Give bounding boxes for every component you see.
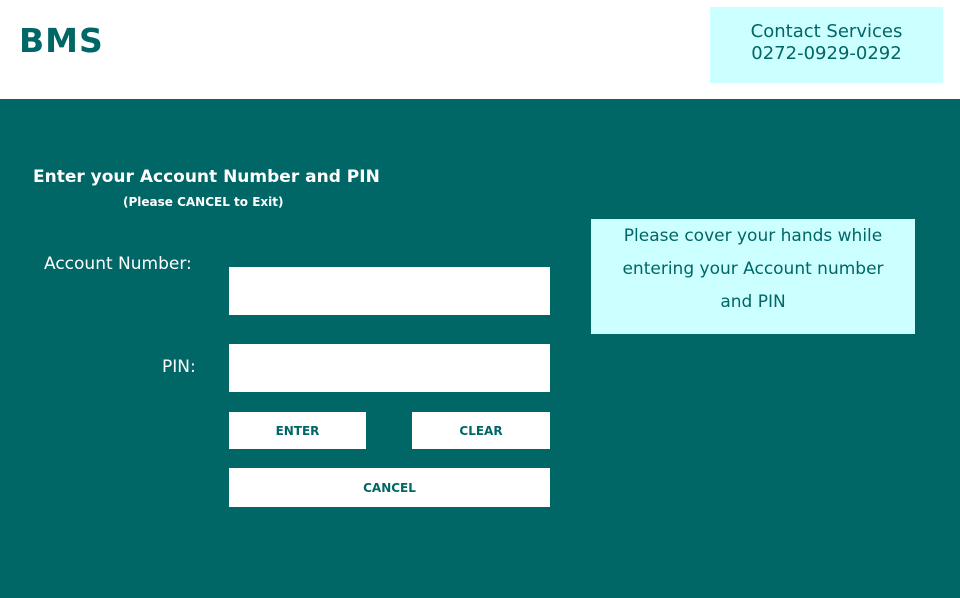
bms-logo: BMS	[19, 21, 104, 60]
cancel-button[interactable]: CANCEL	[229, 468, 550, 507]
pin-input[interactable]	[229, 344, 550, 392]
page-title: Enter your Account Number and PIN	[33, 167, 380, 187]
contact-title: Contact Services	[750, 21, 903, 42]
contact-services-panel: Contact Services 0272-0929-0292	[710, 7, 943, 83]
main-panel: Enter your Account Number and PIN (Pleas…	[0, 99, 960, 598]
notice-line: and PIN	[720, 292, 786, 312]
header-bar: BMS Contact Services 0272-0929-0292	[0, 0, 960, 99]
clear-button[interactable]: CLEAR	[412, 412, 550, 449]
notice-line: Please cover your hands while	[623, 226, 883, 246]
notice-line: entering your Account number	[622, 259, 884, 279]
account-number-input[interactable]	[229, 267, 550, 315]
enter-button[interactable]: ENTER	[229, 412, 366, 449]
page-subtitle: (Please CANCEL to Exit)	[123, 195, 284, 209]
contact-phone: 0272-0929-0292	[751, 43, 902, 64]
privacy-notice-panel: Please cover your hands while entering y…	[591, 219, 915, 334]
pin-label: PIN:	[162, 357, 196, 377]
account-number-label: Account Number:	[44, 254, 192, 274]
